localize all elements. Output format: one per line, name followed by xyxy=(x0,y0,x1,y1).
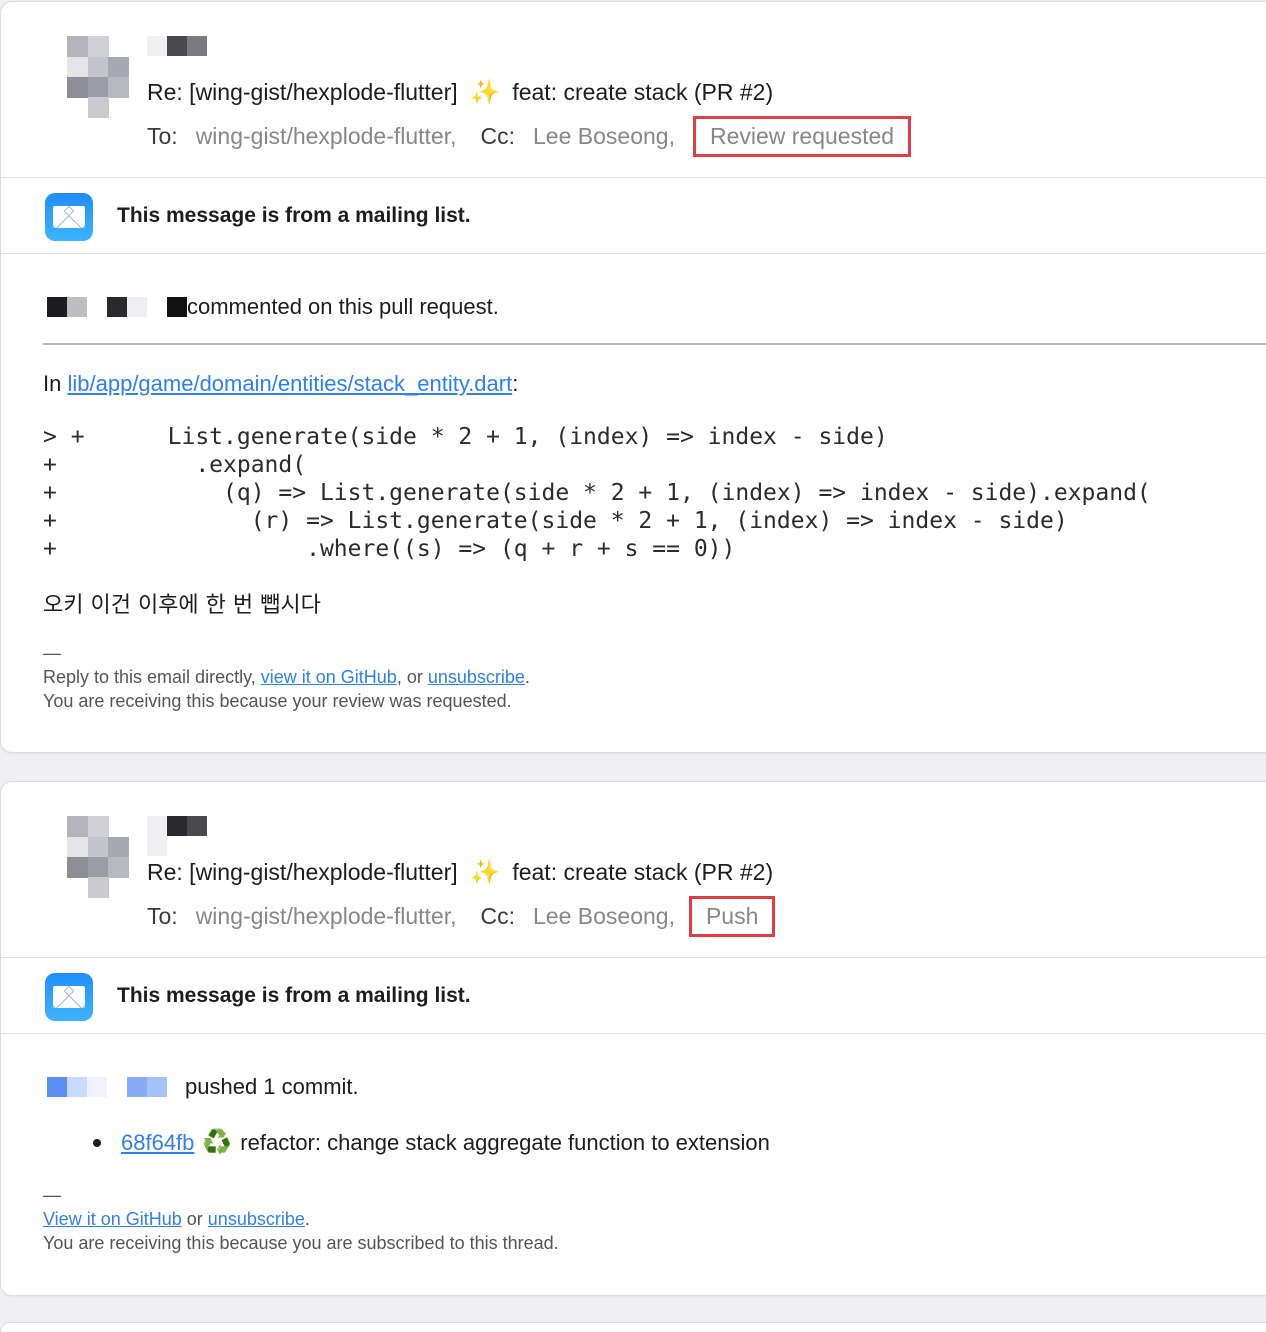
cc-value[interactable]: Lee Boseong, xyxy=(533,903,675,930)
subject-rest: feat: create stack (PR #2) xyxy=(512,859,774,885)
mailing-list-banner: This message is from a mailing list. xyxy=(1,958,1266,1034)
code-diff: > + List.generate(side * 2 + 1, (index) … xyxy=(43,424,1151,562)
email-body: pushed 1 commit. 68f64fb ♻️ refactor: ch… xyxy=(1,1034,1266,1294)
email-subject: Re: [wing-gist/hexplode-flutter] ✨ feat:… xyxy=(147,78,773,107)
footer-reason: You are receiving this because you are s… xyxy=(43,1233,559,1253)
email-footer: Reply to this email directly, view it on… xyxy=(43,665,530,713)
mailing-list-notice: This message is from a mailing list. xyxy=(117,984,471,1007)
file-prefix: In xyxy=(43,371,62,396)
email-footer: View it on GitHub or unsubscribe. You ar… xyxy=(43,1207,559,1255)
mail-icon xyxy=(45,193,93,241)
recipients-row: To: wing-gist/hexplode-flutter, Cc: Lee … xyxy=(147,116,912,157)
avatar xyxy=(67,36,129,118)
sender-name-redacted xyxy=(147,36,209,58)
subject-prefix: Re: [wing-gist/hexplode-flutter] xyxy=(147,859,458,885)
mailing-list-banner: This message is from a mailing list. xyxy=(1,178,1266,254)
file-link[interactable]: lib/app/game/domain/entities/stack_entit… xyxy=(67,371,512,396)
action-text: pushed 1 commit. xyxy=(185,1074,359,1099)
footer-text-1: Reply to this email directly, xyxy=(43,667,256,687)
footer-text-3: . xyxy=(304,1209,310,1229)
footer-reason: You are receiving this because your revi… xyxy=(43,691,512,711)
file-suffix: : xyxy=(512,371,519,396)
file-reference: In lib/app/game/domain/entities/stack_en… xyxy=(43,371,518,397)
footer-text-2: , or xyxy=(396,667,423,687)
mailing-list-notice: This message is from a mailing list. xyxy=(117,204,471,227)
email-card-1[interactable]: Re: [wing-gist/hexplode-flutter] ✨ feat:… xyxy=(0,1,1266,753)
highlight-tag-push[interactable]: Push xyxy=(688,896,776,937)
subject-rest: feat: create stack (PR #2) xyxy=(512,79,774,105)
to-value[interactable]: wing-gist/hexplode-flutter, xyxy=(196,123,457,150)
commit-message: refactor: change stack aggregate functio… xyxy=(240,1129,770,1155)
cc-label: Cc: xyxy=(480,903,516,929)
sender-name-redacted xyxy=(147,816,209,856)
sparkle-icon: ✨ xyxy=(470,859,500,886)
email-body: commented on this pull request. In lib/a… xyxy=(1,254,1266,752)
email-subject: Re: [wing-gist/hexplode-flutter] ✨ feat:… xyxy=(147,858,773,887)
recipients-row: To: wing-gist/hexplode-flutter, Cc: Lee … xyxy=(147,896,776,937)
quote-divider xyxy=(43,343,1266,345)
footer-text-2: or xyxy=(186,1209,203,1229)
review-comment: 오키 이건 이후에 한 번 뺍시다 xyxy=(43,593,321,618)
recycle-icon: ♻️ xyxy=(202,1129,233,1156)
mail-icon xyxy=(45,973,93,1021)
cc-label: Cc: xyxy=(480,123,516,149)
bullet-dot xyxy=(93,1138,101,1147)
view-on-github-link[interactable]: View it on GitHub xyxy=(43,1209,182,1229)
cc-value[interactable]: Lee Boseong, xyxy=(533,123,675,150)
next-email-card-edge[interactable] xyxy=(0,1322,1266,1332)
commit-hash-link[interactable]: 68f64fb xyxy=(121,1130,194,1156)
unsubscribe-link[interactable]: unsubscribe xyxy=(208,1209,305,1229)
action-text: commented on this pull request. xyxy=(187,294,499,319)
actor-name-redacted xyxy=(47,297,187,317)
to-label: To: xyxy=(147,903,178,929)
email-header: Re: [wing-gist/hexplode-flutter] ✨ feat:… xyxy=(1,782,1266,958)
actor-row: commented on this pull request. xyxy=(47,294,499,320)
actor-row: pushed 1 commit. xyxy=(47,1074,359,1100)
email-header: Re: [wing-gist/hexplode-flutter] ✨ feat:… xyxy=(1,2,1266,178)
unsubscribe-link[interactable]: unsubscribe xyxy=(428,667,525,687)
avatar xyxy=(67,816,129,898)
subject-prefix: Re: [wing-gist/hexplode-flutter] xyxy=(147,79,458,105)
sparkle-icon: ✨ xyxy=(470,79,500,106)
to-label: To: xyxy=(147,123,178,149)
to-value[interactable]: wing-gist/hexplode-flutter, xyxy=(196,903,457,930)
footer-text-3: . xyxy=(524,667,530,687)
view-on-github-link[interactable]: view it on GitHub xyxy=(261,667,397,687)
highlight-tag-review-requested[interactable]: Review requested xyxy=(692,116,912,157)
signature-dash: — xyxy=(43,643,61,663)
actor-name-redacted xyxy=(47,1077,167,1097)
email-card-2[interactable]: Re: [wing-gist/hexplode-flutter] ✨ feat:… xyxy=(0,781,1266,1296)
commit-list-item: 68f64fb ♻️ refactor: change stack aggreg… xyxy=(93,1128,770,1157)
signature-dash: — xyxy=(43,1185,61,1205)
